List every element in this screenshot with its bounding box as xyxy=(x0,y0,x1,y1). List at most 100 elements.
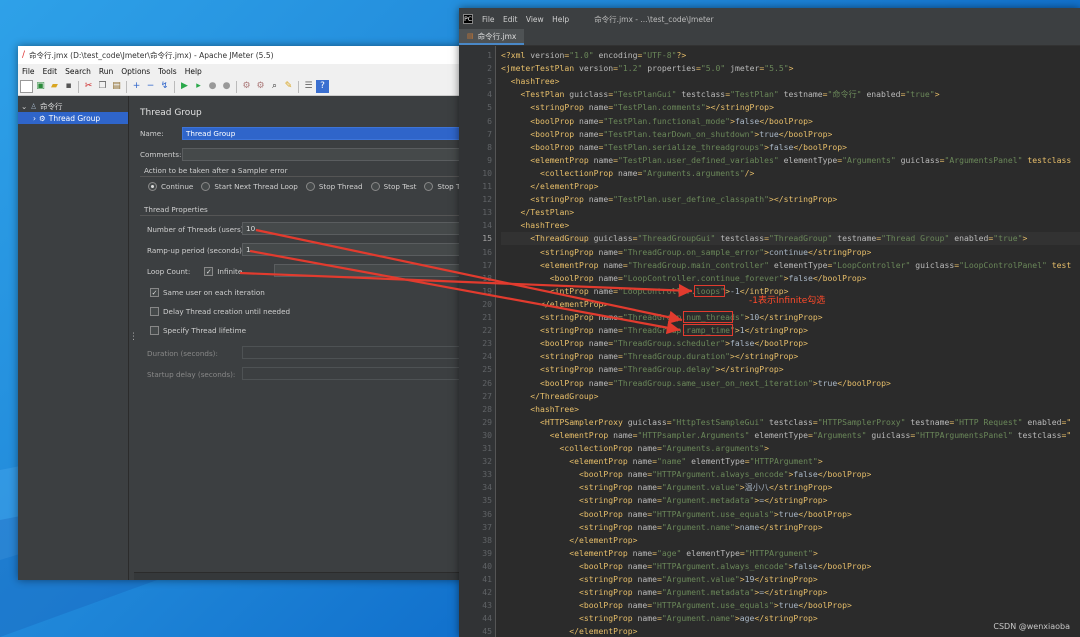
paste-icon[interactable]: ▤ xyxy=(110,80,123,93)
code-line[interactable]: <elementProp name="TestPlan.user_defined… xyxy=(501,154,1071,167)
code-editor[interactable]: 1 2 3 4 5 6 7 8 9 10 11 12 13 14 15 16 17 18 19 20 21 22 23 24 2… xyxy=(459,46,1080,637)
code-line[interactable]: </ThreadGroup> xyxy=(501,390,598,403)
code-line[interactable]: <boolProp name="HTTPArgument.always_enco… xyxy=(501,560,871,573)
open-icon[interactable]: ▰ xyxy=(48,80,61,93)
start-no-pauses-icon[interactable]: ▸ xyxy=(192,80,205,93)
name-input[interactable]: Thread Group xyxy=(182,127,462,140)
code-line[interactable]: <elementProp name="name" elementType="HT… xyxy=(501,455,822,468)
tree-node-thread-group[interactable]: › ⚙ Thread Group xyxy=(18,112,128,124)
clear-all-icon[interactable]: ⚙ xyxy=(254,80,267,93)
code-line[interactable]: </elementProp> xyxy=(501,298,608,311)
menu-run[interactable]: Run xyxy=(95,67,117,76)
code-line[interactable]: <stringProp name="ThreadGroup.duration">… xyxy=(501,350,798,363)
radio-continue[interactable] xyxy=(148,182,157,191)
code-line[interactable]: <elementProp name="ThreadGroup.main_cont… xyxy=(501,259,1071,272)
code-line[interactable]: <hashTree> xyxy=(501,219,570,232)
menu-options[interactable]: Options xyxy=(117,67,154,76)
code-line[interactable]: <?xml version="1.0" encoding="UTF-8"?> xyxy=(501,49,686,62)
menu-edit[interactable]: Edit xyxy=(39,67,62,76)
start-icon[interactable]: ▶ xyxy=(178,80,191,93)
clear-icon[interactable]: ⚙ xyxy=(240,80,253,93)
code-line[interactable]: <TestPlan guiclass="TestPlanGui" testcla… xyxy=(501,88,940,101)
editor-title-bar[interactable]: PC File Edit View Help 命令行.jmx - ...\tes… xyxy=(459,8,1080,30)
menu-tools[interactable]: Tools xyxy=(154,67,180,76)
code-line[interactable]: <stringProp name="Argument.value">温小八</s… xyxy=(501,481,832,494)
code-line[interactable]: <boolProp name="TestPlan.serialize_threa… xyxy=(501,141,847,154)
editor-menu-edit[interactable]: Edit xyxy=(500,15,521,24)
copy-icon[interactable]: ❐ xyxy=(96,80,109,93)
code-line[interactable]: <HTTPSamplerProxy guiclass="HttpTestSamp… xyxy=(501,416,1071,429)
code-line[interactable]: </elementProp> xyxy=(501,180,598,193)
code-line[interactable]: <stringProp name="ThreadGroup.num_thread… xyxy=(501,311,823,324)
code-area[interactable]: </elementProp> <stringProp name="Argumen… xyxy=(496,46,1080,637)
tab-jmx-file[interactable]: ▤ 命令行.jmx xyxy=(459,29,525,45)
code-line[interactable]: <collectionProp name="Arguments.argument… xyxy=(501,442,769,455)
code-line[interactable]: <stringProp name="Argument.name">name</s… xyxy=(501,521,823,534)
collapse-icon[interactable]: − xyxy=(144,80,157,93)
code-line[interactable]: <hashTree> xyxy=(501,75,560,88)
code-line[interactable]: <ThreadGroup guiclass="ThreadGroupGui" t… xyxy=(501,232,1080,246)
help-icon[interactable]: ? xyxy=(316,80,329,93)
code-line[interactable]: </elementProp> xyxy=(501,534,637,547)
radio-stop-thread[interactable] xyxy=(305,182,315,191)
code-line[interactable]: <stringProp name="Argument.name">age</st… xyxy=(501,612,818,625)
loop-count-input[interactable] xyxy=(274,264,462,277)
code-line[interactable]: <intProp name="LoopController.loops">-1<… xyxy=(501,285,789,298)
editor-menu-file[interactable]: File xyxy=(479,15,498,24)
templates-icon[interactable]: ▣ xyxy=(34,80,47,93)
stop-icon[interactable]: ● xyxy=(206,80,219,93)
code-line[interactable]: <boolProp name="LoopController.continue_… xyxy=(501,272,867,285)
code-line[interactable]: <boolProp name="TestPlan.tearDown_on_shu… xyxy=(501,128,832,141)
code-line[interactable]: <stringProp name="TestPlan.user_define_c… xyxy=(501,193,837,206)
code-line[interactable]: <boolProp name="HTTPArgument.use_equals"… xyxy=(501,599,852,612)
toggle-icon[interactable]: ↯ xyxy=(158,80,171,93)
menu-file[interactable]: File xyxy=(18,67,39,76)
shutdown-icon[interactable]: ● xyxy=(220,80,233,93)
code-line[interactable]: <boolProp name="HTTPArgument.use_equals"… xyxy=(501,508,852,521)
code-line[interactable]: <boolProp name="ThreadGroup.same_user_on… xyxy=(501,377,891,390)
code-line[interactable]: <stringProp name="Argument.metadata">=</… xyxy=(501,586,828,599)
code-line[interactable]: <stringProp name="TestPlan.comments"></s… xyxy=(501,101,774,114)
infinite-checkbox[interactable]: ✓ xyxy=(204,267,214,276)
code-line[interactable]: <boolProp name="TestPlan.functional_mode… xyxy=(501,115,813,128)
same-user-checkbox[interactable]: ✓ xyxy=(150,288,159,297)
code-line[interactable]: </TestPlan> xyxy=(501,206,575,219)
rampup-input[interactable]: 1 xyxy=(242,243,462,256)
menu-help[interactable]: Help xyxy=(181,67,206,76)
startup-delay-input[interactable] xyxy=(242,367,462,380)
tree-node-test-plan[interactable]: ⌄ ♙ 命令行 xyxy=(18,100,128,112)
code-line[interactable]: </elementProp> xyxy=(501,625,637,637)
code-line[interactable]: <elementProp name="age" elementType="HTT… xyxy=(501,547,818,560)
editor-menu-view[interactable]: View xyxy=(523,15,547,24)
thread-lifetime-checkbox[interactable] xyxy=(150,326,159,335)
reset-search-icon[interactable]: ✎ xyxy=(282,80,295,93)
code-line[interactable]: <stringProp name="ThreadGroup.ramp_time"… xyxy=(501,324,808,337)
code-line[interactable]: <stringProp name="ThreadGroup.delay"></s… xyxy=(501,363,784,376)
jmeter-title-bar[interactable]: ∕ 命令行.jmx (D:\test_code\Jmeter\命令行.jmx) … xyxy=(18,46,462,64)
editor-menu-help[interactable]: Help xyxy=(549,15,572,24)
chevron-down-icon[interactable]: ⌄ xyxy=(21,102,27,111)
code-line[interactable]: <elementProp name="HTTPsampler.Arguments… xyxy=(501,429,1071,442)
threads-input[interactable]: 10 xyxy=(242,222,462,235)
cut-icon[interactable]: ✂ xyxy=(82,80,95,93)
code-line[interactable]: <stringProp name="Argument.value">19</st… xyxy=(501,573,818,586)
delay-thread-checkbox[interactable] xyxy=(150,307,159,316)
code-line[interactable]: <collectionProp name="Arguments.argument… xyxy=(501,167,754,180)
code-line[interactable]: <boolProp name="HTTPArgument.always_enco… xyxy=(501,468,871,481)
search-icon[interactable]: ⌕ xyxy=(268,80,281,93)
chevron-right-icon[interactable]: › xyxy=(33,114,36,123)
code-line[interactable]: <stringProp name="ThreadGroup.on_sample_… xyxy=(501,246,871,259)
duration-input[interactable] xyxy=(242,346,462,359)
code-line[interactable]: <hashTree> xyxy=(501,403,579,416)
save-icon[interactable]: ▪ xyxy=(62,80,75,93)
radio-start-next-loop[interactable] xyxy=(201,182,211,191)
code-line[interactable]: <jmeterTestPlan version="1.2" properties… xyxy=(501,62,793,75)
comments-input[interactable] xyxy=(182,148,462,161)
expand-icon[interactable]: + xyxy=(130,80,143,93)
menu-search[interactable]: Search xyxy=(61,67,95,76)
code-line[interactable]: <boolProp name="ThreadGroup.scheduler">f… xyxy=(501,337,808,350)
function-helper-icon[interactable]: ☰ xyxy=(302,80,315,93)
radio-stop-test-now[interactable] xyxy=(424,182,434,191)
new-icon[interactable] xyxy=(20,80,33,93)
code-line[interactable]: <stringProp name="Argument.metadata">=</… xyxy=(501,494,828,507)
